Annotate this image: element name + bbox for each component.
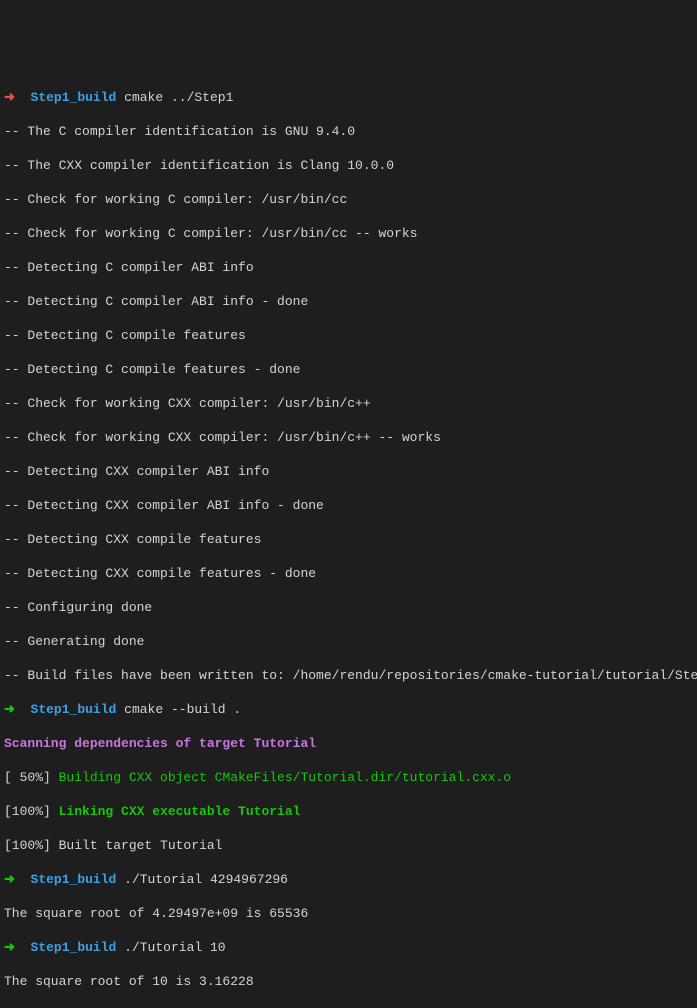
build-progress-line: [100%] Linking CXX executable Tutorial bbox=[4, 803, 693, 820]
build-progress-line: [100%] Built target Tutorial bbox=[4, 837, 693, 854]
command: ./Tutorial 10 bbox=[124, 940, 225, 955]
prompt-line: ➜ Step1_build ./Tutorial bbox=[4, 1007, 693, 1008]
scanning-line: Scanning dependencies of target Tutorial bbox=[4, 735, 693, 752]
cmake-output-line: -- Check for working CXX compiler: /usr/… bbox=[4, 429, 693, 446]
prompt-arrow-icon: ➜ bbox=[4, 90, 15, 105]
prompt-dir: Step1_build bbox=[31, 872, 117, 887]
cmake-output-line: -- Detecting CXX compile features bbox=[4, 531, 693, 548]
prompt-line: ➜ Step1_build ./Tutorial 4294967296 bbox=[4, 871, 693, 888]
build-progress-line: [ 50%] Building CXX object CMakeFiles/Tu… bbox=[4, 769, 693, 786]
progress-pct: [100%] bbox=[4, 804, 51, 819]
cmake-output-line: -- The CXX compiler identification is Cl… bbox=[4, 157, 693, 174]
prompt-dir: Step1_build bbox=[31, 940, 117, 955]
cmake-output-line: -- Check for working C compiler: /usr/bi… bbox=[4, 191, 693, 208]
build-object: Building CXX object CMakeFiles/Tutorial.… bbox=[51, 770, 511, 785]
program-output: The square root of 4.29497e+09 is 65536 bbox=[4, 905, 693, 922]
prompt-arrow-icon: ➜ bbox=[4, 702, 15, 717]
cmake-output-line: -- Check for working CXX compiler: /usr/… bbox=[4, 395, 693, 412]
prompt-line: ➜ Step1_build cmake ../Step1 bbox=[4, 89, 693, 106]
built-target: Built target Tutorial bbox=[51, 838, 223, 853]
cmake-output-line: -- Detecting CXX compiler ABI info - don… bbox=[4, 497, 693, 514]
progress-pct: [ 50%] bbox=[4, 770, 51, 785]
terminal-output[interactable]: ➜ Step1_build cmake ../Step1 -- The C co… bbox=[4, 72, 693, 1008]
cmake-output-line: -- Check for working C compiler: /usr/bi… bbox=[4, 225, 693, 242]
linking-line: Linking CXX executable Tutorial bbox=[51, 804, 301, 819]
prompt-dir: Step1_build bbox=[31, 702, 117, 717]
program-output: The square root of 10 is 3.16228 bbox=[4, 973, 693, 990]
prompt-dir: Step1_build bbox=[31, 90, 117, 105]
cmake-output-line: -- Detecting CXX compiler ABI info bbox=[4, 463, 693, 480]
cmake-output-line: -- Generating done bbox=[4, 633, 693, 650]
cmake-output-line: -- Detecting C compiler ABI info bbox=[4, 259, 693, 276]
cmake-output-line: -- The C compiler identification is GNU … bbox=[4, 123, 693, 140]
prompt-arrow-icon: ➜ bbox=[4, 940, 15, 955]
cmake-output-line: -- Build files have been written to: /ho… bbox=[4, 667, 693, 684]
command: ./Tutorial 4294967296 bbox=[124, 872, 288, 887]
prompt-arrow-icon: ➜ bbox=[4, 872, 15, 887]
prompt-line: ➜ Step1_build cmake --build . bbox=[4, 701, 693, 718]
command: cmake --build . bbox=[124, 702, 241, 717]
cmake-output-line: -- Detecting C compile features - done bbox=[4, 361, 693, 378]
cmake-output-line: -- Detecting C compile features bbox=[4, 327, 693, 344]
prompt-line: ➜ Step1_build ./Tutorial 10 bbox=[4, 939, 693, 956]
cmake-output-line: -- Detecting C compiler ABI info - done bbox=[4, 293, 693, 310]
cmake-output-line: -- Detecting CXX compile features - done bbox=[4, 565, 693, 582]
cmake-output-line: -- Configuring done bbox=[4, 599, 693, 616]
progress-pct: [100%] bbox=[4, 838, 51, 853]
command: cmake ../Step1 bbox=[124, 90, 233, 105]
